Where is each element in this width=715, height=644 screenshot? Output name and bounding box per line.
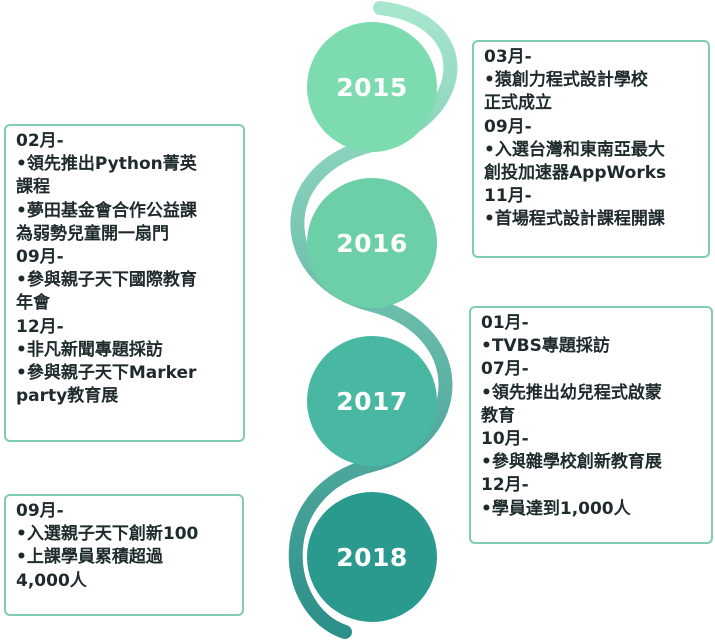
- year-label-2018: 2018: [336, 542, 408, 572]
- event-line: •參與親子天下國際教育: [16, 270, 197, 291]
- event-line: party教育展: [16, 386, 119, 407]
- event-line: •參與雜學校創新教育展: [481, 452, 662, 473]
- events-box-2018: 09月- •入選親子天下創新100 •上課學員累積超過 4,000人: [4, 494, 244, 616]
- year-label-2017: 2017: [336, 386, 408, 416]
- event-line: •首場程式設計課程開課: [484, 209, 665, 230]
- events-box-2017: 01月- •TVBS專題採訪 07月- •領先推出幼兒程式啟蒙 教育 10月- …: [469, 306, 713, 544]
- events-box-2015: 03月- •猿創力程式設計學校 正式成立 09月- •入選台灣和東南亞最大 創投…: [472, 40, 710, 258]
- year-circle-2018: 2018: [307, 492, 437, 622]
- event-line: 12月-: [16, 316, 64, 337]
- event-line: •領先推出Python菁英: [16, 154, 197, 175]
- event-line: •猿創力程式設計學校: [484, 70, 648, 91]
- event-line: •上課學員累積超過: [16, 547, 163, 568]
- event-line: •參與親子天下Marker: [16, 363, 197, 384]
- event-line: 課程: [16, 177, 50, 198]
- event-line: 4,000人: [16, 570, 87, 591]
- event-line: 11月-: [484, 186, 532, 207]
- year-circle-2015: 2015: [307, 22, 437, 152]
- event-line: 01月-: [481, 313, 529, 333]
- event-line: 12月-: [481, 475, 529, 496]
- event-line: 02月-: [16, 131, 64, 151]
- event-line: •領先推出幼兒程式啟蒙: [481, 382, 662, 403]
- events-box-2016: 02月- •領先推出Python菁英 課程 •夢田基金會合作公益課 為弱勢兒童開…: [4, 124, 245, 442]
- event-line: 年會: [16, 293, 50, 314]
- event-line: 教育: [481, 405, 515, 426]
- event-line: 09月-: [16, 501, 64, 521]
- event-line: 09月-: [16, 247, 64, 268]
- event-line: •非凡新聞專題採訪: [16, 339, 163, 360]
- event-line: •入選台灣和東南亞最大: [484, 139, 665, 160]
- year-circle-2016: 2016: [307, 178, 437, 308]
- event-line: 正式成立: [484, 93, 552, 114]
- year-label-2015: 2015: [336, 72, 408, 102]
- event-line: •TVBS專題採訪: [481, 336, 610, 357]
- event-line: 03月-: [484, 47, 532, 67]
- event-line: •入選親子天下創新100: [16, 524, 199, 545]
- year-label-2016: 2016: [336, 228, 408, 258]
- event-line: 07月-: [481, 359, 529, 380]
- event-line: 10月-: [481, 429, 529, 450]
- event-line: •學員達到1,000人: [481, 498, 631, 519]
- event-line: 為弱勢兒童開一扇門: [16, 223, 169, 244]
- event-line: 創投加速器AppWorks: [484, 163, 667, 184]
- event-line: 09月-: [484, 116, 532, 137]
- year-circle-2017: 2017: [307, 336, 437, 466]
- event-line: •夢田基金會合作公益課: [16, 200, 197, 221]
